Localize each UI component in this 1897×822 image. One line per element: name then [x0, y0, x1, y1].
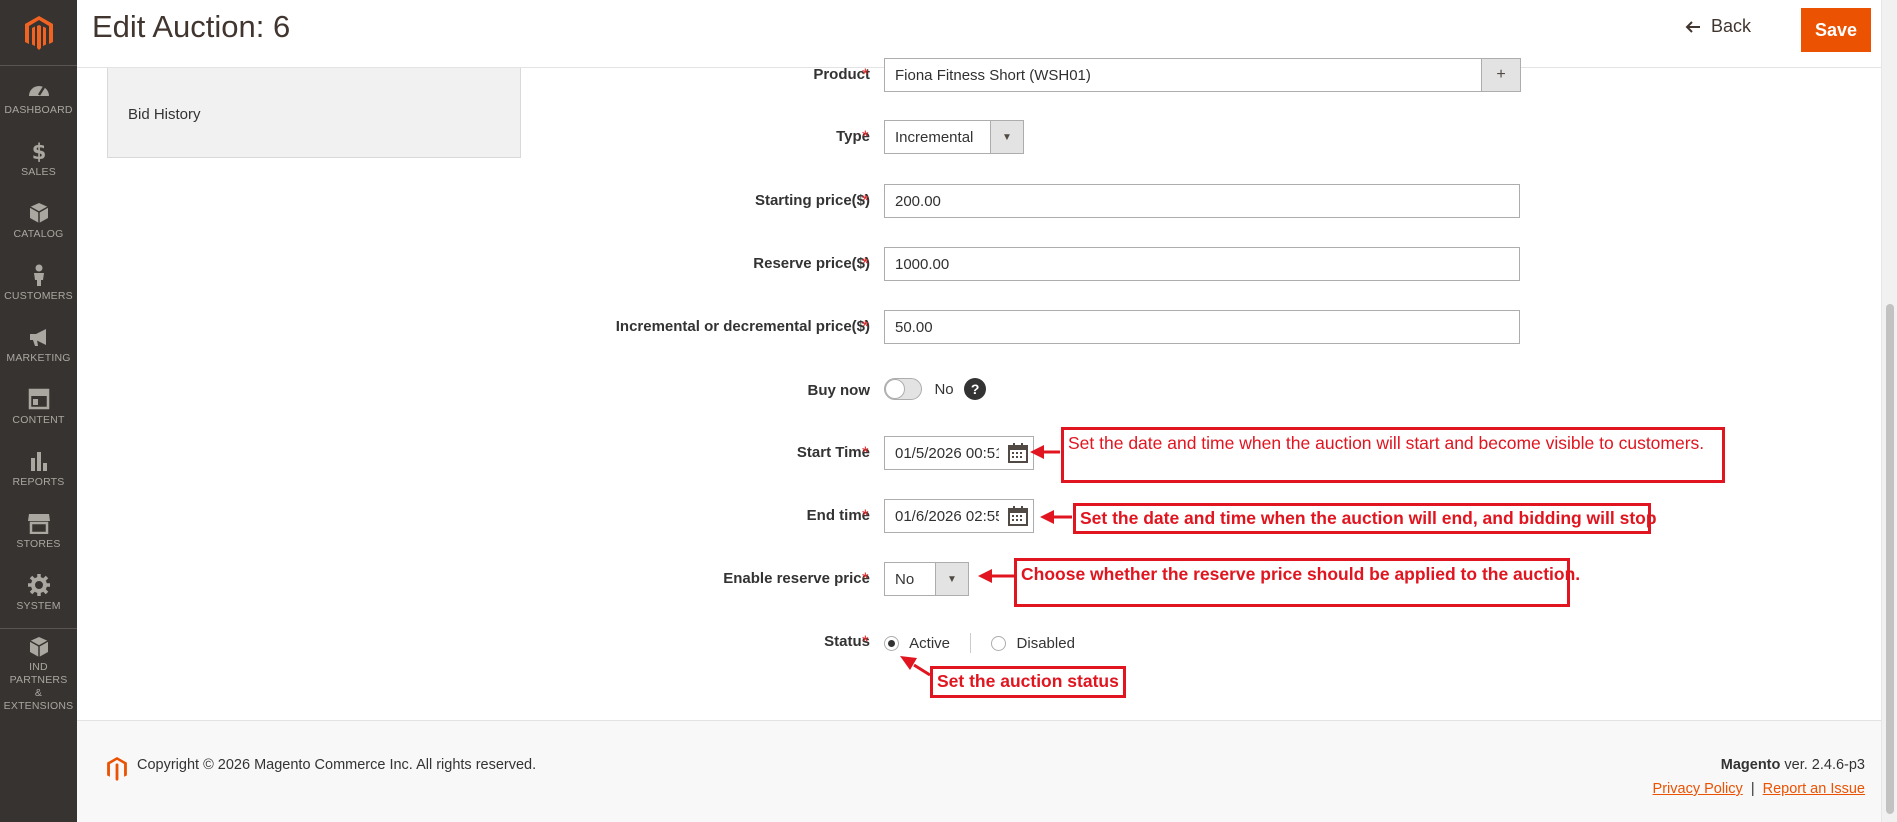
- magento-footer-logo-icon: [107, 757, 127, 781]
- footer-links: Privacy Policy | Report an Issue: [1653, 781, 1865, 797]
- annotation-status: Set the auction status: [930, 666, 1126, 698]
- link-separator: |: [1750, 781, 1755, 797]
- version-info: Magento ver. 2.4.6-p3: [1721, 757, 1865, 773]
- annotation-arrow-status: [913, 663, 931, 677]
- page-scrollbar[interactable]: [1881, 0, 1897, 822]
- copyright-text: Copyright © 2026 Magento Commerce Inc. A…: [137, 757, 537, 773]
- annotation-enable-reserve: Choose whether the reserve price should …: [1014, 558, 1580, 607]
- report-issue-link[interactable]: Report an Issue: [1763, 781, 1865, 797]
- annotation-arrows: [900, 445, 1072, 677]
- privacy-policy-link[interactable]: Privacy Policy: [1653, 781, 1743, 797]
- annotation-start-time: Set the date and time when the auction w…: [1061, 427, 1725, 483]
- annotation-end-time: Set the date and time when the auction w…: [1073, 503, 1657, 534]
- page-footer: Copyright © 2026 Magento Commerce Inc. A…: [77, 720, 1881, 822]
- scrollbar-thumb[interactable]: [1886, 304, 1894, 814]
- brand-name: Magento: [1720, 757, 1781, 773]
- version-number: ver. 2.4.6-p3: [1784, 757, 1865, 773]
